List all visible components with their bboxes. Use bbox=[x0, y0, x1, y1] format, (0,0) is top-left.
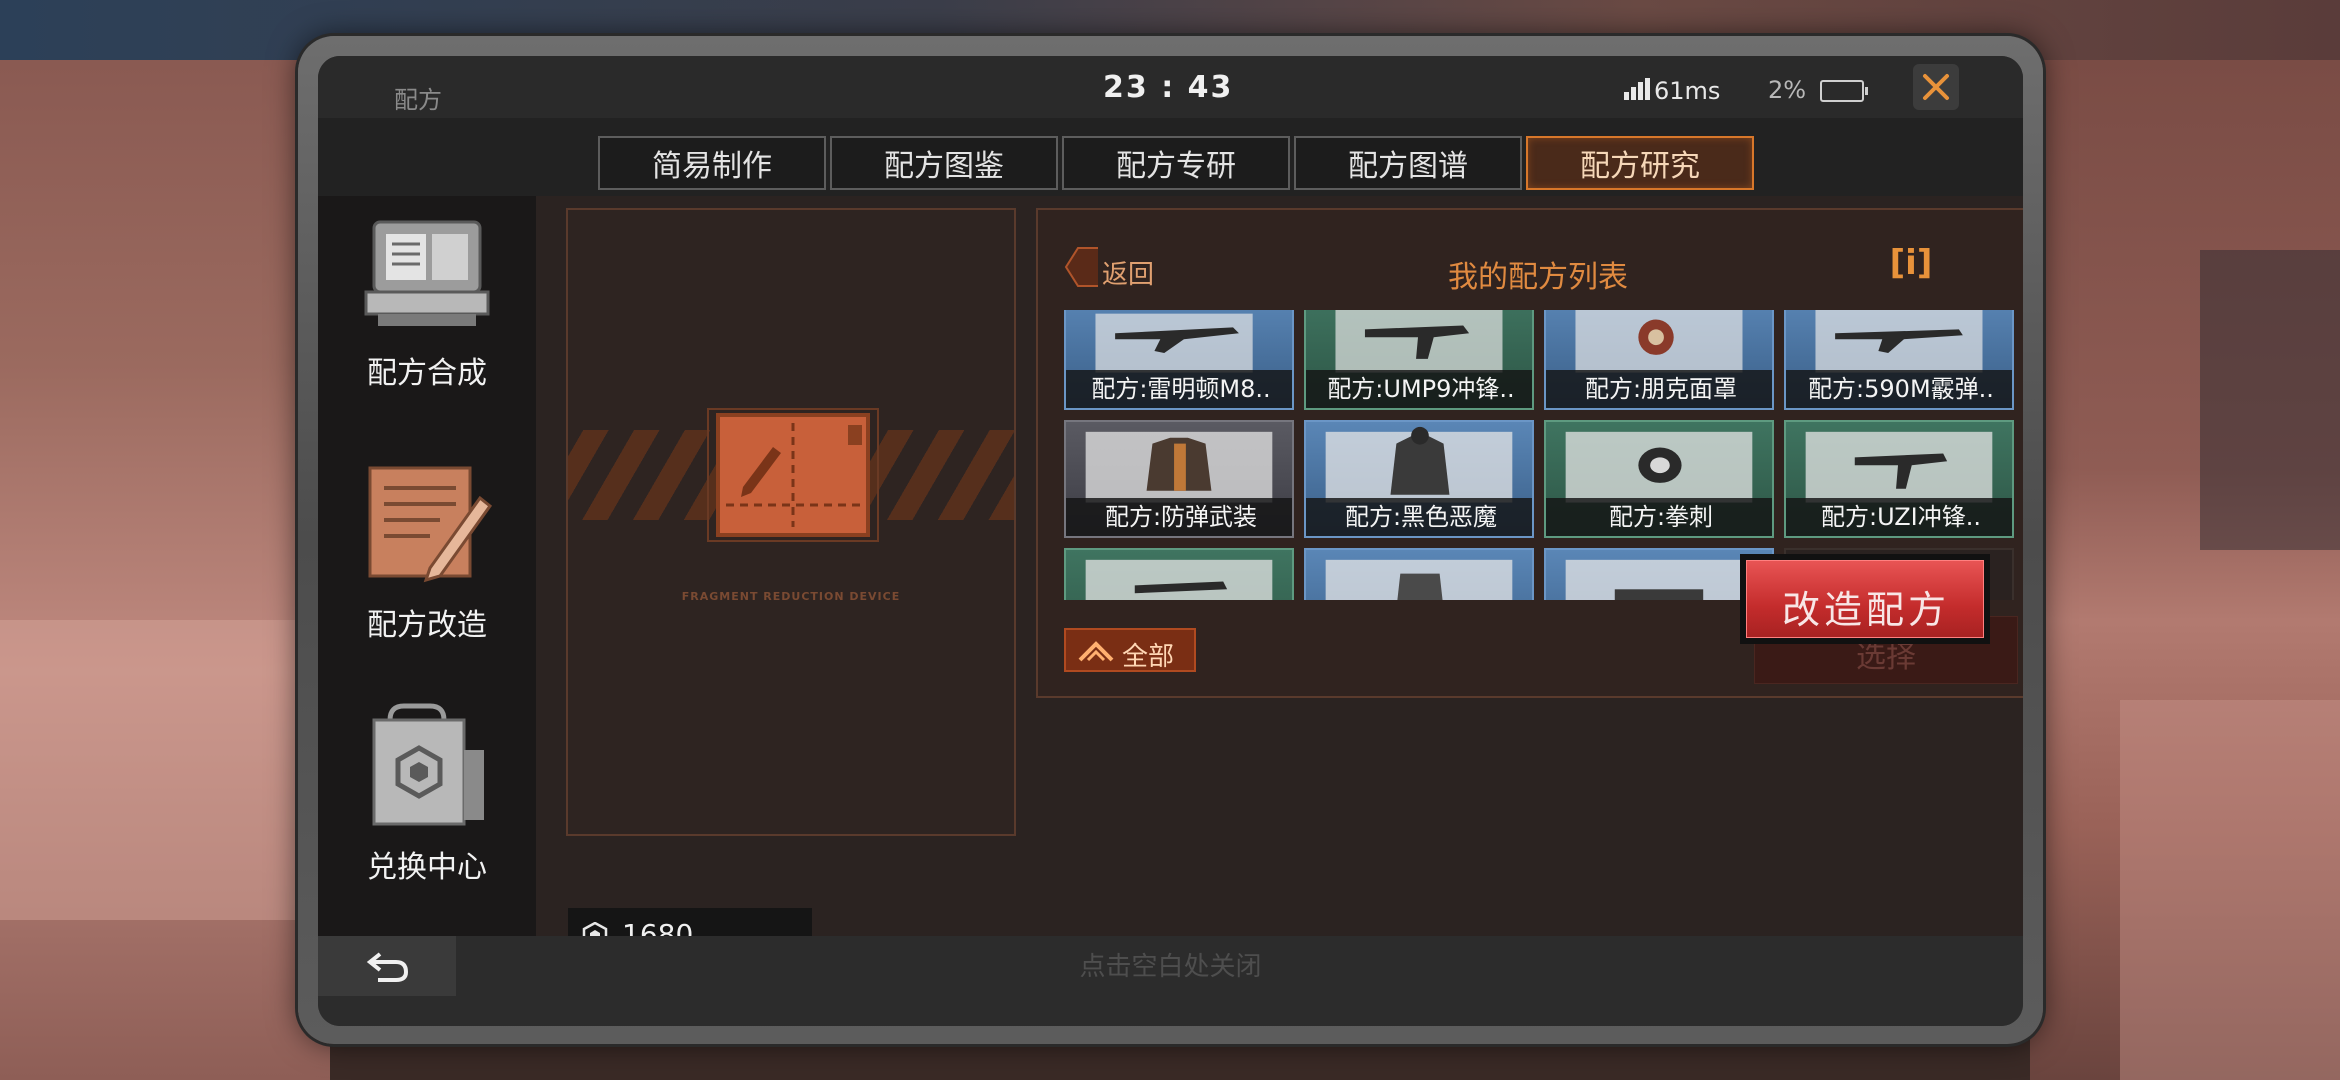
tab-simple-craft[interactable]: 简易制作 bbox=[598, 136, 826, 190]
return-arrow-icon bbox=[366, 952, 409, 982]
status-bar: 配方 23 : 43 61ms 2% bbox=[318, 56, 2023, 118]
battery-icon bbox=[1820, 80, 1868, 102]
tab-recipe-research[interactable]: 配方研究 bbox=[1526, 136, 1754, 190]
main-panel: FRAGMENT REDUCTION DEVICE 1680 返回 我的配方列表… bbox=[536, 196, 2023, 960]
fragment-device-icon bbox=[707, 408, 879, 542]
recipe-card[interactable]: 配方:防弹武装 bbox=[1064, 420, 1294, 538]
recipe-card[interactable] bbox=[1304, 548, 1534, 600]
recipe-card[interactable]: 配方:UMP9冲锋.. bbox=[1304, 310, 1534, 410]
screen-title: 配方 bbox=[394, 86, 442, 114]
filter-all-label: 全部 bbox=[1122, 642, 1175, 672]
recipe-card[interactable]: 配方:拳刺 bbox=[1544, 420, 1774, 538]
close-button[interactable] bbox=[1913, 64, 1959, 110]
tab-recipe-study[interactable]: 配方专研 bbox=[1062, 136, 1290, 190]
close-hint: 点击空白处关闭 bbox=[1079, 952, 1262, 982]
recipe-screen: 配方 23 : 43 61ms 2% 简易制作 配方图鉴 配方专研 配方图谱 配… bbox=[318, 56, 2023, 1026]
smg-icon bbox=[1085, 559, 1273, 600]
return-button[interactable] bbox=[318, 936, 456, 996]
sidebar-item-modify[interactable]: 配方改造 bbox=[318, 448, 536, 688]
sidebar-item-label: 配方合成 bbox=[367, 356, 487, 391]
chevron-left-icon bbox=[1064, 247, 1098, 287]
clock: 23 : 43 bbox=[1103, 70, 1234, 105]
blueprint-edit-icon bbox=[368, 466, 493, 583]
recipe-card[interactable]: 配方:雷明顿M8.. bbox=[1064, 310, 1294, 410]
modify-recipe-label: 改造配方 bbox=[1781, 588, 1950, 632]
tab-recipe-codex[interactable]: 配方图鉴 bbox=[830, 136, 1058, 190]
recipe-card[interactable]: 配方:UZI冲锋.. bbox=[1784, 420, 2014, 538]
synthesis-machine-icon bbox=[364, 220, 490, 326]
sidebar-item-label: 兑换中心 bbox=[367, 850, 487, 885]
signal-icon bbox=[1624, 78, 1650, 100]
recipe-list-title: 我的配方列表 bbox=[1448, 260, 1628, 295]
bottom-bar[interactable]: 点击空白处关闭 bbox=[318, 936, 2023, 1026]
chevron-up-icon bbox=[1078, 641, 1114, 662]
back-button[interactable]: 返回 bbox=[1064, 246, 1164, 290]
battery-percent: 2% bbox=[1768, 76, 1807, 104]
sidebar-item-label: 配方改造 bbox=[367, 608, 487, 643]
recipe-card[interactable]: 配方:朋克面罩 bbox=[1544, 310, 1774, 410]
filter-all-button[interactable]: 全部 bbox=[1064, 628, 1196, 672]
jacket-icon bbox=[1325, 559, 1513, 600]
sidebar-item-exchange[interactable]: 兑换中心 bbox=[318, 700, 536, 940]
close-icon bbox=[1923, 74, 1949, 100]
device-caption: FRAGMENT REDUCTION DEVICE bbox=[681, 590, 901, 603]
modify-recipe-button[interactable]: 改造配方 bbox=[1740, 554, 1990, 644]
recipe-card[interactable]: 配方:590M霰弹.. bbox=[1784, 310, 2014, 410]
back-label: 返回 bbox=[1102, 260, 1155, 290]
ping-value: 61ms bbox=[1654, 77, 1721, 105]
recipe-card[interactable] bbox=[1064, 548, 1294, 600]
paper-icon bbox=[1565, 559, 1753, 600]
exchange-bag-icon bbox=[372, 703, 484, 826]
fragment-device-slot[interactable]: FRAGMENT REDUCTION DEVICE bbox=[566, 208, 1016, 836]
recipe-card[interactable]: 配方:黑色恶魔 bbox=[1304, 420, 1534, 538]
sidebar-item-synthesis[interactable]: 配方合成 bbox=[318, 196, 536, 436]
modify-recipe-button-face: 改造配方 bbox=[1746, 560, 1984, 638]
side-nav: 配方合成 配方改造 兑换中心 bbox=[318, 196, 536, 936]
info-button[interactable]: [i] bbox=[1880, 240, 1942, 286]
tab-bar: 简易制作 配方图鉴 配方专研 配方图谱 配方研究 bbox=[598, 136, 1754, 192]
tab-recipe-atlas[interactable]: 配方图谱 bbox=[1294, 136, 1522, 190]
